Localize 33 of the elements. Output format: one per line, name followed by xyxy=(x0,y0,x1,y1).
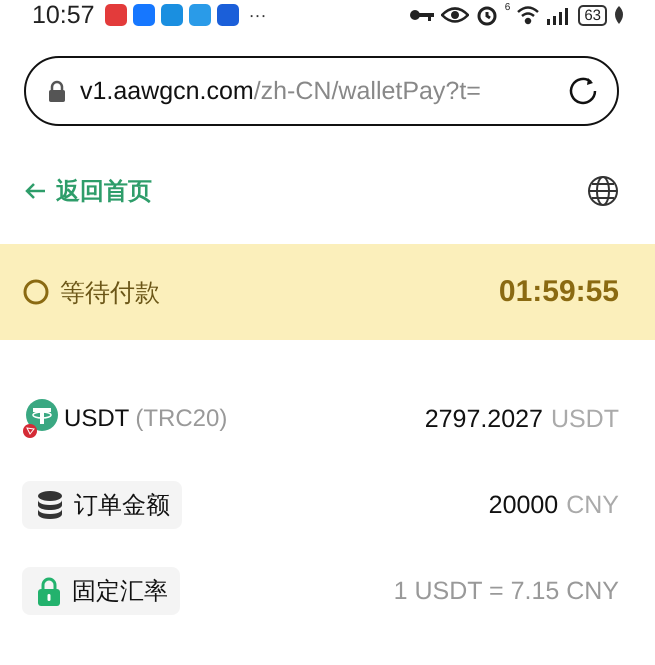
app-icon xyxy=(216,4,239,26)
more-notifications: ··· xyxy=(248,4,267,26)
app-icon xyxy=(188,4,211,26)
battery-indicator: 63 xyxy=(578,4,607,26)
lock-icon xyxy=(36,576,62,606)
circle-icon xyxy=(22,278,50,306)
app-icon xyxy=(104,4,127,26)
wifi-icon xyxy=(516,5,540,25)
order-amount: 20000 xyxy=(488,490,558,520)
countdown-timer: 01:59:55 xyxy=(498,275,619,309)
network-label: (TRC20) xyxy=(135,405,228,433)
key-icon xyxy=(408,8,435,22)
leaf-icon xyxy=(613,5,625,25)
back-arrow-icon[interactable] xyxy=(24,182,46,200)
order-amount-chip: 订单金额 xyxy=(22,481,182,529)
globe-icon[interactable] xyxy=(587,175,619,207)
currency-unit: CNY xyxy=(566,490,619,520)
app-icon xyxy=(132,4,155,26)
eye-icon xyxy=(440,6,469,24)
currency-unit: USDT xyxy=(550,404,619,434)
crypto-amount: 2797.2027 xyxy=(424,404,543,434)
database-icon xyxy=(36,490,64,520)
tether-coin-icon xyxy=(22,399,58,439)
url-text: v1.aawgcn.com/zh-CN/walletPay?t= xyxy=(80,76,482,106)
coin-name: USDT xyxy=(64,405,130,433)
app-icon xyxy=(160,4,183,26)
wifi-standard-label: 6 xyxy=(504,2,510,13)
exchange-rate-chip: 固定汇率 xyxy=(22,567,180,615)
exchange-rate: 1 USDT = 7.15 CNY xyxy=(394,576,619,606)
payment-status-label: 等待付款 xyxy=(60,278,161,308)
address-bar[interactable]: v1.aawgcn.com/zh-CN/walletPay?t= xyxy=(24,56,619,126)
clock: 10:57 xyxy=(32,0,95,30)
lock-icon xyxy=(48,80,66,102)
